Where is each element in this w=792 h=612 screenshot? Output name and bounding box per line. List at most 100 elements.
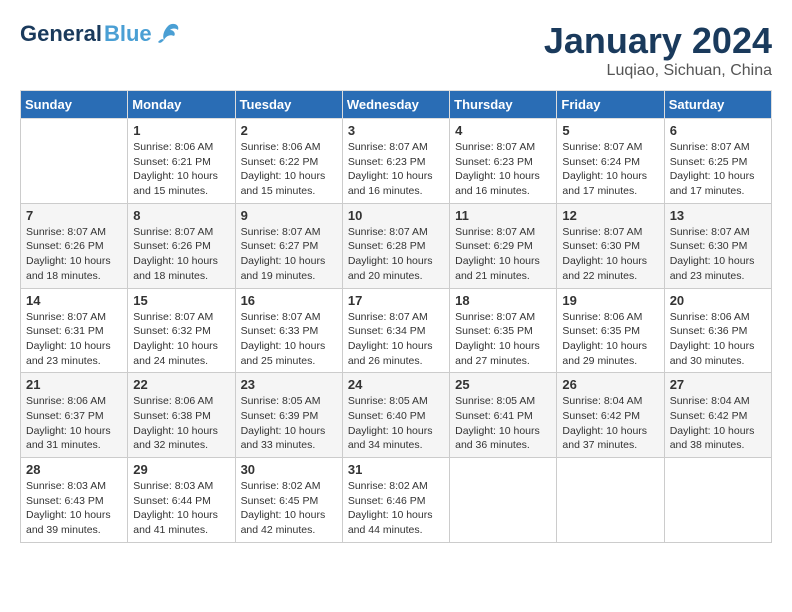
day-number: 19: [562, 293, 658, 308]
day-info: Sunrise: 8:07 AM Sunset: 6:33 PM Dayligh…: [241, 310, 337, 369]
day-info: Sunrise: 8:07 AM Sunset: 6:29 PM Dayligh…: [455, 225, 551, 284]
calendar-cell: 9 Sunrise: 8:07 AM Sunset: 6:27 PM Daylig…: [235, 203, 342, 288]
calendar-cell: 16 Sunrise: 8:07 AM Sunset: 6:33 PM Dayli…: [235, 288, 342, 373]
day-number: 9: [241, 208, 337, 223]
day-number: 14: [26, 293, 122, 308]
calendar-cell: 1Sunrise: 8:06 AM Sunset: 6:21 PM Daylig…: [128, 119, 235, 204]
day-number: 26: [562, 377, 658, 392]
calendar-cell: 3Sunrise: 8:07 AM Sunset: 6:23 PM Daylig…: [342, 119, 449, 204]
calendar-cell: 25Sunrise: 8:05 AM Sunset: 6:41 PM Dayli…: [450, 373, 557, 458]
day-header-thursday: Thursday: [450, 91, 557, 119]
day-number: 27: [670, 377, 766, 392]
day-info: Sunrise: 8:05 AM Sunset: 6:40 PM Dayligh…: [348, 394, 444, 453]
day-info: Sunrise: 8:06 AM Sunset: 6:36 PM Dayligh…: [670, 310, 766, 369]
day-number: 4: [455, 123, 551, 138]
day-number: 12: [562, 208, 658, 223]
calendar-cell: 31 Sunrise: 8:02 AM Sunset: 6:46 PM Dayli…: [342, 458, 449, 543]
day-info: Sunrise: 8:07 AM Sunset: 6:30 PM Dayligh…: [670, 225, 766, 284]
calendar-cell: 26 Sunrise: 8:04 AM Sunset: 6:42 PM Dayli…: [557, 373, 664, 458]
calendar-table: SundayMondayTuesdayWednesdayThursdayFrid…: [20, 90, 772, 543]
day-info: Sunrise: 8:07 AM Sunset: 6:35 PM Dayligh…: [455, 310, 551, 369]
day-info: Sunrise: 8:04 AM Sunset: 6:42 PM Dayligh…: [562, 394, 658, 453]
day-info: Sunrise: 8:07 AM Sunset: 6:31 PM Dayligh…: [26, 310, 122, 369]
day-number: 20: [670, 293, 766, 308]
day-info: Sunrise: 8:03 AM Sunset: 6:44 PM Dayligh…: [133, 479, 229, 538]
page-header: General Blue January 2024 Luqiao, Sichua…: [20, 20, 772, 80]
calendar-cell: 5 Sunrise: 8:07 AM Sunset: 6:24 PM Daylig…: [557, 119, 664, 204]
day-info: Sunrise: 8:04 AM Sunset: 6:42 PM Dayligh…: [670, 394, 766, 453]
day-header-sunday: Sunday: [21, 91, 128, 119]
day-number: 29: [133, 462, 229, 477]
day-number: 21: [26, 377, 122, 392]
day-number: 30: [241, 462, 337, 477]
logo-general: General: [20, 21, 102, 47]
calendar-cell: 22 Sunrise: 8:06 AM Sunset: 6:38 PM Dayli…: [128, 373, 235, 458]
day-number: 1: [133, 123, 229, 138]
day-number: 22: [133, 377, 229, 392]
logo-blue: Blue: [104, 21, 152, 47]
day-info: Sunrise: 8:07 AM Sunset: 6:30 PM Dayligh…: [562, 225, 658, 284]
calendar-cell: 2Sunrise: 8:06 AM Sunset: 6:22 PM Daylig…: [235, 119, 342, 204]
day-info: Sunrise: 8:06 AM Sunset: 6:35 PM Dayligh…: [562, 310, 658, 369]
day-number: 6: [670, 123, 766, 138]
calendar-cell: 11Sunrise: 8:07 AM Sunset: 6:29 PM Dayli…: [450, 203, 557, 288]
day-number: 7: [26, 208, 122, 223]
day-header-friday: Friday: [557, 91, 664, 119]
calendar-cell: [557, 458, 664, 543]
day-info: Sunrise: 8:07 AM Sunset: 6:26 PM Dayligh…: [133, 225, 229, 284]
calendar-cell: 7 Sunrise: 8:07 AM Sunset: 6:26 PM Daylig…: [21, 203, 128, 288]
day-info: Sunrise: 8:07 AM Sunset: 6:23 PM Dayligh…: [455, 140, 551, 199]
calendar-cell: 21 Sunrise: 8:06 AM Sunset: 6:37 PM Dayli…: [21, 373, 128, 458]
day-info: Sunrise: 8:07 AM Sunset: 6:23 PM Dayligh…: [348, 140, 444, 199]
day-info: Sunrise: 8:07 AM Sunset: 6:28 PM Dayligh…: [348, 225, 444, 284]
day-info: Sunrise: 8:06 AM Sunset: 6:38 PM Dayligh…: [133, 394, 229, 453]
calendar-cell: 13 Sunrise: 8:07 AM Sunset: 6:30 PM Dayli…: [664, 203, 771, 288]
month-title: January 2024: [544, 20, 772, 62]
day-info: Sunrise: 8:07 AM Sunset: 6:34 PM Dayligh…: [348, 310, 444, 369]
day-header-wednesday: Wednesday: [342, 91, 449, 119]
calendar-week-3: 14 Sunrise: 8:07 AM Sunset: 6:31 PM Dayli…: [21, 288, 772, 373]
day-number: 15: [133, 293, 229, 308]
day-info: Sunrise: 8:05 AM Sunset: 6:39 PM Dayligh…: [241, 394, 337, 453]
day-info: Sunrise: 8:07 AM Sunset: 6:26 PM Dayligh…: [26, 225, 122, 284]
day-info: Sunrise: 8:02 AM Sunset: 6:45 PM Dayligh…: [241, 479, 337, 538]
calendar-cell: 20 Sunrise: 8:06 AM Sunset: 6:36 PM Dayli…: [664, 288, 771, 373]
calendar-cell: 8 Sunrise: 8:07 AM Sunset: 6:26 PM Daylig…: [128, 203, 235, 288]
calendar-cell: 17Sunrise: 8:07 AM Sunset: 6:34 PM Dayli…: [342, 288, 449, 373]
calendar-cell: 14 Sunrise: 8:07 AM Sunset: 6:31 PM Dayli…: [21, 288, 128, 373]
day-number: 18: [455, 293, 551, 308]
day-number: 13: [670, 208, 766, 223]
day-info: Sunrise: 8:06 AM Sunset: 6:37 PM Dayligh…: [26, 394, 122, 453]
calendar-cell: [664, 458, 771, 543]
calendar-cell: 23 Sunrise: 8:05 AM Sunset: 6:39 PM Dayli…: [235, 373, 342, 458]
calendar-cell: 24Sunrise: 8:05 AM Sunset: 6:40 PM Dayli…: [342, 373, 449, 458]
day-info: Sunrise: 8:03 AM Sunset: 6:43 PM Dayligh…: [26, 479, 122, 538]
day-header-tuesday: Tuesday: [235, 91, 342, 119]
day-info: Sunrise: 8:07 AM Sunset: 6:24 PM Dayligh…: [562, 140, 658, 199]
day-number: 5: [562, 123, 658, 138]
calendar-week-5: 28Sunrise: 8:03 AM Sunset: 6:43 PM Dayli…: [21, 458, 772, 543]
calendar-cell: 29 Sunrise: 8:03 AM Sunset: 6:44 PM Dayli…: [128, 458, 235, 543]
day-number: 23: [241, 377, 337, 392]
day-info: Sunrise: 8:07 AM Sunset: 6:32 PM Dayligh…: [133, 310, 229, 369]
day-info: Sunrise: 8:06 AM Sunset: 6:22 PM Dayligh…: [241, 140, 337, 199]
calendar-cell: 12 Sunrise: 8:07 AM Sunset: 6:30 PM Dayli…: [557, 203, 664, 288]
location: Luqiao, Sichuan, China: [544, 62, 772, 80]
day-info: Sunrise: 8:07 AM Sunset: 6:27 PM Dayligh…: [241, 225, 337, 284]
calendar-cell: 18 Sunrise: 8:07 AM Sunset: 6:35 PM Dayli…: [450, 288, 557, 373]
calendar-cell: [450, 458, 557, 543]
calendar-cell: 30 Sunrise: 8:02 AM Sunset: 6:45 PM Dayli…: [235, 458, 342, 543]
day-number: 8: [133, 208, 229, 223]
day-number: 31: [348, 462, 444, 477]
calendar-week-1: 1Sunrise: 8:06 AM Sunset: 6:21 PM Daylig…: [21, 119, 772, 204]
calendar-cell: 27 Sunrise: 8:04 AM Sunset: 6:42 PM Dayli…: [664, 373, 771, 458]
calendar-header-row: SundayMondayTuesdayWednesdayThursdayFrid…: [21, 91, 772, 119]
logo-bird-icon: [154, 20, 182, 48]
day-number: 10: [348, 208, 444, 223]
day-header-saturday: Saturday: [664, 91, 771, 119]
calendar-cell: 10 Sunrise: 8:07 AM Sunset: 6:28 PM Dayli…: [342, 203, 449, 288]
calendar-week-4: 21 Sunrise: 8:06 AM Sunset: 6:37 PM Dayli…: [21, 373, 772, 458]
day-info: Sunrise: 8:02 AM Sunset: 6:46 PM Dayligh…: [348, 479, 444, 538]
calendar-cell: [21, 119, 128, 204]
day-number: 16: [241, 293, 337, 308]
